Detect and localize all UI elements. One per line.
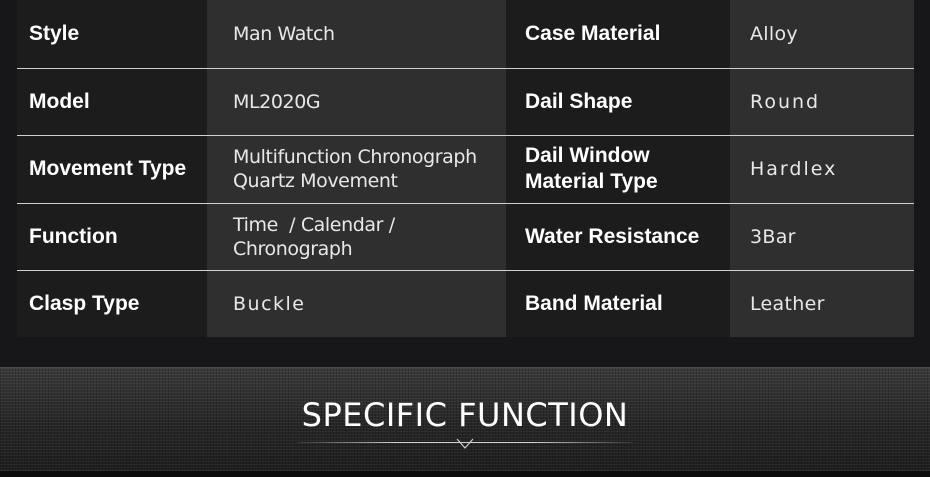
spec-value-movement-type: Multifunction Chronograph Quartz Movemen…	[207, 135, 506, 204]
spec-value-case-material: Alloy	[730, 0, 914, 69]
spec-label-movement-type: Movement Type	[17, 135, 207, 204]
specs-section: Style Man Watch Case Material Alloy Mode…	[0, 0, 930, 367]
spec-row: Movement Type Multifunction Chronograph …	[17, 135, 914, 204]
spec-label-dail-window-material: Dail Window Material Type	[506, 135, 730, 204]
spec-value-dail-shape: Round	[730, 68, 914, 136]
spec-label-style: Style	[17, 0, 207, 69]
spec-value-function: Time / Calendar / Chronograph	[207, 203, 506, 271]
spec-table: Style Man Watch Case Material Alloy Mode…	[17, 0, 914, 337]
spec-row: Style Man Watch Case Material Alloy	[17, 0, 914, 69]
spec-value-model: ML2020G	[207, 68, 506, 136]
product-spec-page: Style Man Watch Case Material Alloy Mode…	[0, 0, 930, 477]
spec-label-band-material: Band Material	[506, 270, 730, 337]
spec-value-water-resistance: 3Bar	[730, 203, 914, 271]
spec-value-band-material: Leather	[730, 270, 914, 337]
spec-row: Model ML2020G Dail Shape Round	[17, 68, 914, 136]
spec-row: Function Time / Calendar / Chronograph W…	[17, 203, 914, 271]
spec-label-function: Function	[17, 203, 207, 271]
spec-label-clasp-type: Clasp Type	[17, 270, 207, 337]
chevron-down-icon	[456, 438, 474, 449]
spec-value-dail-window-material: Hardlex	[730, 135, 914, 204]
section-banner: SPECIFIC FUNCTION	[0, 367, 930, 471]
spec-value-clasp-type: Buckle	[207, 270, 506, 337]
spec-row: Clasp Type Buckle Band Material Leather	[17, 270, 914, 337]
banner-title: SPECIFIC FUNCTION	[301, 396, 629, 434]
spec-label-model: Model	[17, 68, 207, 136]
spec-label-case-material: Case Material	[506, 0, 730, 69]
spec-label-dail-shape: Dail Shape	[506, 68, 730, 136]
spec-value-style: Man Watch	[207, 0, 506, 69]
spec-label-water-resistance: Water Resistance	[506, 203, 730, 271]
bottom-strip	[0, 470, 930, 477]
